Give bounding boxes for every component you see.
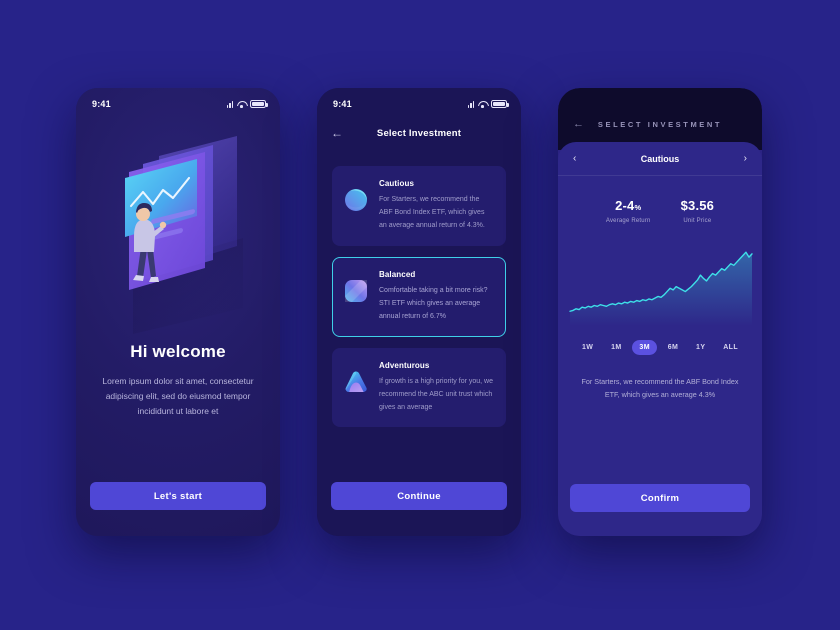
investment-card-adventurous[interactable]: Adventurous If growth is a high priority…	[332, 347, 506, 428]
wifi-icon	[719, 101, 728, 109]
screen3-nav-row: ← SELECT INVESTMENT	[558, 112, 762, 136]
chevron-right-icon[interactable]: ›	[744, 153, 747, 164]
page-title: SELECT INVESTMENT	[597, 119, 723, 129]
card-description: If growth is a high priority for you, we…	[379, 377, 493, 411]
arrow-left-icon[interactable]: ←	[331, 127, 343, 139]
confirm-button[interactable]: Confirm	[570, 484, 750, 512]
price-chart	[558, 238, 762, 330]
screen-select-investment: 9:41 ← Select Investment Cautious For St…	[317, 88, 521, 536]
status-icons	[226, 100, 268, 108]
range-all[interactable]: ALL	[716, 340, 745, 355]
circle-crescent-icon	[344, 188, 368, 212]
welcome-illustration	[76, 114, 280, 346]
detail-panel: ‹ Cautious › 2-4% Average Return $3.56 U…	[558, 142, 762, 536]
status-bar: 9:41	[317, 88, 521, 114]
price-chart-svg	[569, 251, 753, 326]
range-3m[interactable]: 3M	[632, 340, 657, 355]
range-1m[interactable]: 1M	[604, 340, 629, 355]
stat-label: Unit Price	[683, 218, 712, 224]
signal-icon	[709, 101, 716, 109]
card-description: For Starters, we recommend the ABF Bond …	[379, 196, 485, 229]
battery-icon	[732, 101, 748, 109]
stat-unit: %	[634, 203, 642, 212]
card-title: Adventurous	[379, 360, 430, 370]
stats-row: 2-4% Average Return $3.56 Unit Price	[558, 176, 762, 224]
plan-description: For Starters, we recommend the ABF Bond …	[581, 377, 739, 400]
phone-onboarding: 9:41 Hi welcome Lorem ipsum dolor sit am…	[76, 88, 280, 536]
plan-name: Cautious	[640, 153, 680, 164]
person-viewing-chart-isometric-icon	[125, 136, 243, 334]
investment-card-cautious[interactable]: Cautious For Starters, we recommend the …	[332, 166, 506, 246]
status-time: 9:41	[333, 99, 352, 109]
battery-icon	[491, 100, 509, 108]
stat-average-return: 2-4% Average Return	[606, 198, 651, 224]
rounded-square-split-icon	[344, 279, 368, 303]
status-bar: 9:41	[76, 88, 280, 114]
triangle-gradient-icon	[344, 370, 368, 394]
range-1y[interactable]: 1Y	[689, 340, 712, 355]
card-title: Cautious	[379, 179, 415, 188]
wifi-icon	[478, 100, 487, 108]
range-6m[interactable]: 6M	[661, 340, 686, 355]
stat-value: 2-4	[615, 198, 635, 213]
screen-welcome: 9:41 Hi welcome Lorem ipsum dolor sit am…	[76, 88, 280, 536]
lets-start-button[interactable]: Let's start	[90, 482, 266, 510]
phone-investment-detail: 9:41 ← SELECT INVESTMENT ‹ Cautious ›	[558, 88, 762, 536]
wifi-icon	[237, 100, 246, 108]
battery-icon	[250, 100, 268, 108]
stat-value: $3.56	[680, 198, 715, 213]
chevron-left-icon[interactable]: ‹	[573, 153, 576, 164]
screen3-dark-header: 9:41 ← SELECT INVESTMENT	[558, 88, 762, 150]
plan-selector: ‹ Cautious ›	[558, 142, 762, 176]
investment-card-balanced[interactable]: Balanced Comfortable taking a bit more r…	[332, 256, 506, 337]
stat-unit-price: $3.56 Unit Price	[681, 198, 715, 224]
card-title: Balanced	[379, 269, 416, 279]
arrow-left-icon[interactable]: ←	[573, 118, 584, 130]
page-title: Select Investment	[376, 127, 462, 139]
canvas: 9:41 Hi welcome Lorem ipsum dolor sit am…	[0, 0, 840, 630]
investment-card-list: Cautious For Starters, we recommend the …	[317, 152, 521, 428]
status-bar: 9:41	[558, 88, 762, 114]
phone-select-investment: 9:41 ← Select Investment Cautious For St…	[317, 88, 521, 536]
status-time: 9:41	[92, 99, 111, 109]
continue-button[interactable]: Continue	[331, 482, 507, 510]
screen2-header: ← Select Investment	[317, 114, 521, 152]
stat-label: Average Return	[605, 218, 651, 224]
welcome-subtitle: Lorem ipsum dolor sit amet, consectetur …	[102, 376, 254, 416]
signal-icon	[467, 100, 474, 108]
card-description: Comfortable taking a bit more risk? STI …	[379, 286, 488, 320]
signal-icon	[226, 100, 233, 108]
status-icons	[467, 100, 509, 108]
range-1w[interactable]: 1W	[575, 340, 600, 355]
screen-investment-detail: 9:41 ← SELECT INVESTMENT ‹ Cautious ›	[558, 88, 762, 536]
range-selector: 1W 1M 3M 6M 1Y ALL	[558, 330, 762, 355]
